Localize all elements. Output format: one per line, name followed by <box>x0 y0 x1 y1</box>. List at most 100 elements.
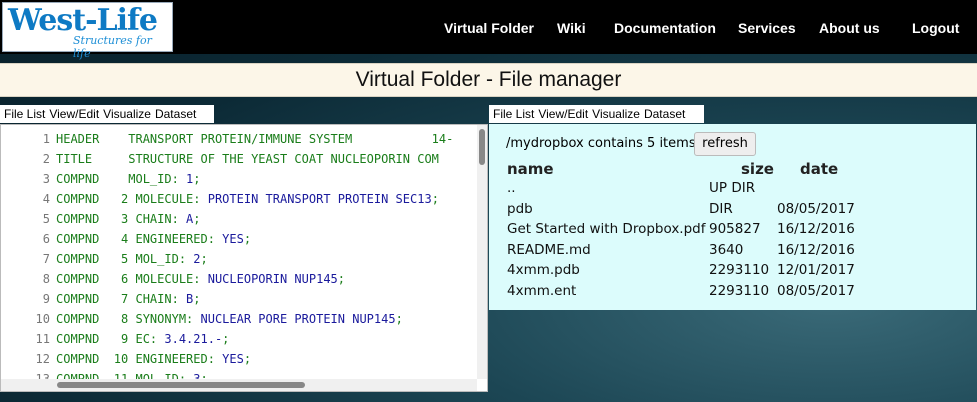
line-number: 12 <box>35 352 50 366</box>
file-list-panel: /mydropbox contains 5 items. refresh nam… <box>489 124 976 310</box>
code-keyword: COMPND 7 CHAIN: <box>56 292 187 306</box>
line-number: 6 <box>42 232 50 246</box>
code-text: COMPND 6 MOLECULE: NUCLEOPORIN NUP145; <box>56 269 345 289</box>
code-text: COMPND 7 CHAIN: B; <box>56 289 201 309</box>
file-size: 2293110 <box>709 262 770 278</box>
code-value: 2 <box>193 252 201 266</box>
file-date: 16/12/2016 <box>777 221 855 237</box>
code-keyword: COMPND 2 MOLECULE: <box>56 192 208 206</box>
right-panel-tabs: File List View/Edit Visualize Dataset <box>489 105 704 123</box>
code-keyword: COMPND 4 ENGINEERED: <box>56 232 223 246</box>
file-size: 3640 <box>709 241 744 258</box>
code-value: NUCLEOPORIN NUP145 <box>207 272 338 286</box>
right-tab-dataset[interactable]: Dataset <box>640 105 685 123</box>
code-value: PROTEIN TRANSPORT PROTEIN SEC13 <box>207 192 432 206</box>
nav-services[interactable]: Services <box>738 20 796 36</box>
page-title-bar: Virtual Folder - File manager <box>0 63 977 97</box>
code-keyword: COMPND 10 ENGINEERED: <box>56 352 223 366</box>
code-value: NUCLEAR PORE PROTEIN NUP145 <box>200 312 396 326</box>
line-number: 8 <box>42 272 50 286</box>
logo-title: West-Life <box>8 3 158 38</box>
file-name[interactable]: pdb <box>507 201 533 217</box>
vertical-scrollbar-thumb[interactable] <box>479 129 485 165</box>
left-tab-dataset[interactable]: Dataset <box>151 105 196 123</box>
code-keyword: COMPND 3 CHAIN: <box>56 212 187 226</box>
line-number: 10 <box>35 312 50 326</box>
left-panel-tabs: File List View/Edit Visualize Dataset <box>0 105 214 123</box>
column-header-date[interactable]: date <box>800 160 838 178</box>
vertical-scrollbar[interactable] <box>477 125 487 379</box>
code-keyword: ; <box>337 272 345 286</box>
horizontal-scrollbar[interactable] <box>1 379 477 391</box>
column-header-name[interactable]: name <box>507 160 554 178</box>
file-name[interactable]: Get Started with Dropbox.pdf <box>507 221 706 237</box>
code-keyword: COMPND 9 EC: <box>56 332 165 346</box>
left-tab-view-edit[interactable]: View/Edit <box>45 105 99 123</box>
nav-documentation[interactable]: Documentation <box>614 20 716 36</box>
code-keyword: COMPND MOL_ID: <box>56 172 187 186</box>
code-keyword: ; <box>193 292 201 306</box>
file-size: 2293110 <box>709 282 770 299</box>
code-keyword: ; <box>243 232 252 246</box>
file-date: 12/01/2017 <box>777 262 855 278</box>
code-text: HEADER TRANSPORT PROTEIN/IMMUNE SYSTEM 1… <box>56 129 453 149</box>
line-number: 9 <box>42 292 50 306</box>
code-text: COMPND 4 ENGINEERED: YES; <box>56 229 251 249</box>
code-keyword: COMPND 8 SYNONYM: <box>56 312 201 326</box>
code-keyword: ; <box>193 212 201 226</box>
left-tab-visualize[interactable]: Visualize <box>99 105 151 123</box>
code-text: COMPND 9 EC: 3.4.21.-; <box>56 329 229 349</box>
code-keyword: ; <box>395 312 403 326</box>
code-keyword: ; <box>243 352 252 366</box>
code-keyword: ; <box>431 192 439 206</box>
code-value: YES <box>222 232 244 246</box>
file-name[interactable]: 4xmm.pdb <box>507 262 580 278</box>
line-number: 3 <box>42 172 50 186</box>
nav-wiki[interactable]: Wiki <box>557 20 586 36</box>
west-life-logo[interactable]: West-Life Structures for life <box>2 2 173 60</box>
code-text: TITLE STRUCTURE OF THE YEAST COAT NUCLEO… <box>56 149 439 169</box>
code-value: 3.4.21.- <box>164 332 223 346</box>
file-size: DIR <box>709 200 733 217</box>
left-tab-file-list[interactable]: File List <box>0 105 45 123</box>
nav-about-us[interactable]: About us <box>819 20 880 36</box>
right-tab-view-edit[interactable]: View/Edit <box>534 105 588 123</box>
code-text: COMPND 3 CHAIN: A; <box>56 209 201 229</box>
file-name[interactable]: 4xmm.ent <box>507 283 576 299</box>
code-editor[interactable]: 1 HEADER TRANSPORT PROTEIN/IMMUNE SYSTEM … <box>0 124 488 392</box>
horizontal-scrollbar-thumb[interactable] <box>57 382 305 388</box>
code-keyword: COMPND 6 MOLECULE: <box>56 272 208 286</box>
code-keyword: TITLE STRUCTURE OF THE YEAST COAT NUCLEO… <box>56 152 439 166</box>
nav-virtual-folder[interactable]: Virtual Folder <box>444 20 534 36</box>
right-tab-file-list[interactable]: File List <box>489 105 534 123</box>
code-keyword: COMPND 5 MOL_ID: <box>56 252 194 266</box>
column-header-size[interactable]: size <box>741 160 774 178</box>
code-text: COMPND 5 MOL_ID: 2; <box>56 249 208 269</box>
line-number: 4 <box>42 192 50 206</box>
code-text: COMPND 2 MOLECULE: PROTEIN TRANSPORT PRO… <box>56 189 439 209</box>
line-number: 5 <box>42 212 50 226</box>
line-number: 2 <box>42 152 50 166</box>
line-number: 1 <box>42 132 50 146</box>
code-text: COMPND MOL_ID: 1; <box>56 169 201 189</box>
code-keyword: ; <box>200 252 208 266</box>
file-name[interactable]: README.md <box>507 242 591 258</box>
file-size: 905827 <box>709 221 761 237</box>
code-keyword: ; <box>193 172 201 186</box>
code-text: COMPND 10 ENGINEERED: YES; <box>56 349 251 369</box>
folder-item-count: /mydropbox contains 5 items. <box>506 136 700 151</box>
file-date: 08/05/2017 <box>777 200 855 217</box>
file-date: 08/05/2017 <box>777 282 855 299</box>
line-number: 11 <box>35 332 50 346</box>
top-navbar: West-Life Structures for life Virtual Fo… <box>0 0 977 60</box>
right-tab-visualize[interactable]: Visualize <box>588 105 640 123</box>
nav-logout[interactable]: Logout <box>912 20 959 36</box>
refresh-button[interactable]: refresh <box>694 132 756 156</box>
code-value: YES <box>222 352 244 366</box>
code-text: COMPND 8 SYNONYM: NUCLEAR PORE PROTEIN N… <box>56 309 403 329</box>
file-name[interactable]: .. <box>507 180 516 196</box>
file-size: UP DIR <box>709 180 756 196</box>
code-keyword: HEADER TRANSPORT PROTEIN/IMMUNE SYSTEM 1… <box>56 132 454 146</box>
code-keyword: ; <box>222 332 230 346</box>
logo-subtitle: Structures for life <box>73 34 152 60</box>
